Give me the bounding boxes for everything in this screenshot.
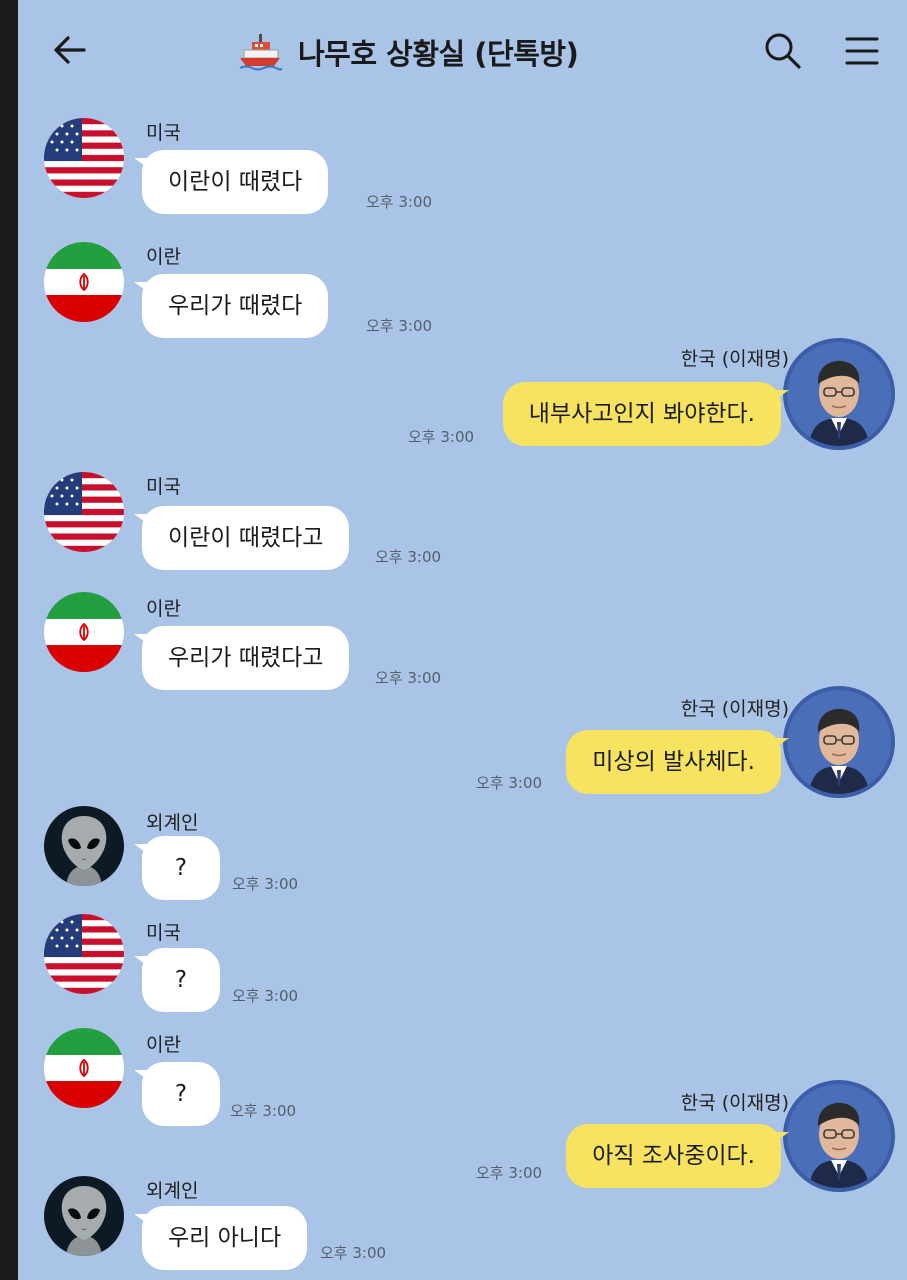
sender-name: 한국 (이재명): [680, 698, 789, 720]
iran-flag-avatar[interactable]: [44, 592, 124, 672]
message-time: 오후 3:00: [320, 1244, 387, 1262]
message-bubble[interactable]: 이란이 때렸다: [133, 150, 329, 214]
message-time: 오후 3:00: [232, 875, 299, 893]
message-time: 오후 3:00: [375, 669, 442, 687]
message-bubble[interactable]: 우리가 때렸다: [133, 274, 329, 338]
message-time: 오후 3:00: [476, 1164, 543, 1182]
message-bubble[interactable]: ?: [134, 948, 220, 1012]
sender-name: 한국 (이재명): [680, 348, 789, 370]
alien-avatar[interactable]: [44, 806, 124, 886]
sender-name: 이란: [146, 246, 181, 268]
message-time: 오후 3:00: [366, 193, 433, 211]
menu-button[interactable]: [842, 32, 882, 70]
message-bubble[interactable]: 내부사고인지 봐야한다.: [502, 382, 790, 446]
arrow-left-icon: [54, 36, 86, 64]
iran-flag-icon: [44, 1028, 124, 1108]
message-bubble[interactable]: 우리가 때렸다고: [133, 626, 350, 690]
alien-avatar[interactable]: [44, 1176, 124, 1256]
message-bubble[interactable]: ?: [134, 836, 220, 900]
us-flag-avatar[interactable]: [44, 472, 124, 552]
chat-header: 나무호 상황실 (단톡방): [18, 0, 907, 100]
person-photo-avatar[interactable]: [783, 1080, 895, 1192]
message-time: 오후 3:00: [230, 1102, 297, 1120]
message-time: 오후 3:00: [476, 774, 543, 792]
message-time: 오후 3:00: [408, 428, 475, 446]
iran-flag-avatar[interactable]: [44, 242, 124, 322]
message-bubble[interactable]: 이란이 때렸다고: [133, 506, 350, 570]
sender-name: 이란: [146, 1034, 181, 1056]
alien-icon: [44, 806, 124, 886]
message-time: 오후 3:00: [375, 548, 442, 566]
search-icon: [765, 33, 801, 69]
back-button[interactable]: [50, 30, 90, 70]
chat-title: 나무호 상황실 (단톡방): [298, 37, 579, 71]
us-flag-icon: [44, 914, 124, 994]
iran-flag-avatar[interactable]: [44, 1028, 124, 1108]
sender-name: 이란: [146, 598, 181, 620]
us-flag-icon: [44, 472, 124, 552]
sender-name: 한국 (이재명): [680, 1092, 789, 1114]
person-avatar-icon: [787, 690, 891, 794]
message-bubble[interactable]: 아직 조사중이다.: [566, 1124, 789, 1188]
ship-emoji-icon: [239, 34, 282, 71]
us-flag-icon: [44, 118, 124, 198]
search-button[interactable]: [762, 30, 804, 72]
chat-screen: 나무호 상황실 (단톡방) 미국 이란이 때렸다 오후 3:00 이란 우리가 …: [18, 0, 907, 1280]
sender-name: 미국: [146, 922, 181, 944]
person-avatar-icon: [787, 1084, 891, 1188]
iran-flag-icon: [44, 242, 124, 322]
person-avatar-icon: [787, 342, 891, 446]
sender-name: 미국: [146, 476, 181, 498]
person-photo-avatar[interactable]: [783, 338, 895, 450]
hamburger-menu-icon: [845, 37, 879, 65]
person-photo-avatar[interactable]: [783, 686, 895, 798]
sender-name: 외계인: [146, 1180, 199, 1202]
us-flag-avatar[interactable]: [44, 118, 124, 198]
message-bubble[interactable]: ?: [134, 1062, 220, 1126]
message-bubble[interactable]: 우리 아니다: [133, 1206, 308, 1270]
message-bubble[interactable]: 미상의 발사체다.: [566, 730, 789, 794]
us-flag-avatar[interactable]: [44, 914, 124, 994]
message-time: 오후 3:00: [232, 987, 299, 1005]
chat-title-group: 나무호 상황실 (단톡방): [238, 30, 579, 74]
sender-name: 외계인: [146, 812, 199, 834]
sender-name: 미국: [146, 122, 181, 144]
alien-icon: [44, 1176, 124, 1256]
iran-flag-icon: [44, 592, 124, 672]
message-time: 오후 3:00: [366, 317, 433, 335]
